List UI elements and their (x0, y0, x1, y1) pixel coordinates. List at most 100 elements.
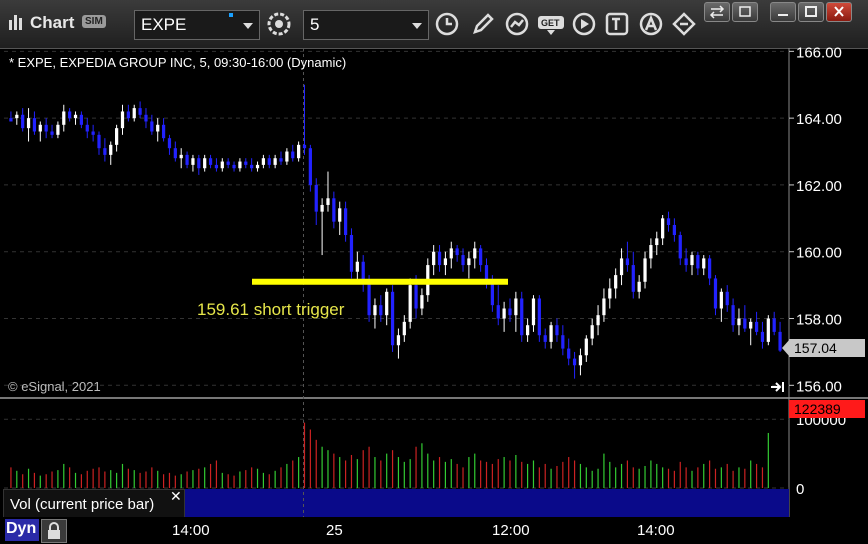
candle-body (414, 285, 418, 309)
candle-body (273, 158, 277, 165)
candle-body (279, 158, 283, 162)
candle-body (678, 235, 682, 259)
candle-body (250, 164, 254, 169)
candle-body (15, 114, 19, 119)
candle-body (666, 218, 671, 226)
candle-body (373, 305, 377, 316)
candle-body (302, 144, 307, 149)
candle-body (590, 325, 594, 339)
candle-body (138, 108, 142, 115)
candle-body (197, 158, 201, 169)
candle-body (361, 261, 365, 282)
candle-body (167, 138, 172, 149)
candle-body (297, 144, 301, 159)
candle-body (390, 291, 395, 346)
candle-body (602, 298, 606, 316)
last-price-value: 157.04 (794, 340, 837, 356)
price-chart[interactable]: 166.00164.00162.00160.00158.00156.001000… (0, 0, 868, 544)
candle-body (690, 255, 694, 266)
candle-body (725, 291, 729, 306)
candle-body (420, 295, 424, 309)
candle-body (338, 208, 342, 222)
candle-body (496, 305, 500, 319)
candle-body (208, 158, 213, 165)
close-icon[interactable]: ✕ (170, 488, 182, 505)
candle-body (555, 325, 559, 336)
candle-body (103, 148, 107, 155)
candle-body (625, 258, 630, 266)
time-tick-label: 14:00 (637, 522, 675, 539)
candle-body (402, 321, 406, 336)
copyright: © eSignal, 2021 (8, 379, 101, 394)
trigger-annotation: 159.61 short trigger (197, 300, 345, 319)
candle-body (408, 285, 412, 322)
volume-tick-label: 0 (796, 481, 804, 498)
candle-body (85, 124, 89, 132)
candle-body (109, 144, 113, 155)
candle-body (455, 248, 459, 256)
candle-body (614, 275, 618, 289)
candle-body (713, 278, 718, 309)
price-tick-label: 160.00 (796, 245, 842, 262)
candle-body (467, 258, 471, 266)
candle-body (285, 151, 289, 162)
candle-body (332, 198, 336, 222)
candle-body (661, 218, 665, 239)
candle-body (643, 258, 647, 282)
candle-body (443, 258, 448, 266)
candle-body (696, 255, 700, 269)
candle-body (396, 335, 401, 346)
candle-body (578, 355, 583, 366)
candle-body (44, 124, 48, 132)
candle-body (73, 114, 78, 119)
dynamic-mode-button[interactable]: Dyn (5, 519, 39, 541)
lock-icon[interactable] (41, 519, 67, 543)
volume-bars (10, 422, 769, 488)
candle-body (355, 261, 359, 272)
candle-body (68, 111, 72, 119)
candle-body (508, 308, 512, 316)
candle-body (214, 164, 219, 169)
candle-body (150, 121, 154, 132)
candle-body (766, 318, 770, 342)
candle-body (490, 281, 494, 306)
candle-body (461, 255, 465, 266)
candle-body (437, 251, 442, 266)
candle-body (326, 198, 330, 205)
candle-body (226, 161, 230, 165)
candle-body (244, 161, 248, 165)
time-tick-label: 12:00 (492, 522, 530, 539)
price-tick-label: 166.00 (796, 44, 842, 61)
candle-body (91, 131, 95, 135)
candle-body (737, 318, 741, 326)
candle-body (525, 325, 530, 336)
candle-body (596, 315, 600, 326)
candle-body (655, 238, 659, 246)
candle-body (473, 248, 477, 259)
candle-body (531, 298, 536, 326)
candle-body (631, 265, 635, 292)
candle-body (185, 154, 189, 165)
candle-body (56, 124, 60, 135)
candle-body (572, 358, 577, 366)
candle-body (126, 111, 130, 119)
last-price-tag: 157.04 (782, 339, 865, 357)
time-tick-label: 25 (326, 522, 343, 539)
candle-body (314, 184, 318, 212)
candle-body (308, 148, 312, 185)
candle-body (62, 111, 66, 125)
candle-body (220, 161, 224, 169)
candle-body (684, 258, 688, 266)
candle-body (637, 281, 641, 292)
jump-to-end-icon[interactable] (770, 380, 786, 394)
candle-body (320, 204, 324, 212)
candle-body (173, 148, 177, 159)
candle-body (97, 134, 101, 149)
candle-body (115, 128, 119, 145)
candle-body (261, 158, 266, 165)
candle-body (232, 164, 236, 169)
candle-body (132, 108, 136, 119)
candle-body (156, 124, 160, 132)
candle-body (743, 318, 747, 329)
price-tick-label: 162.00 (796, 178, 842, 195)
